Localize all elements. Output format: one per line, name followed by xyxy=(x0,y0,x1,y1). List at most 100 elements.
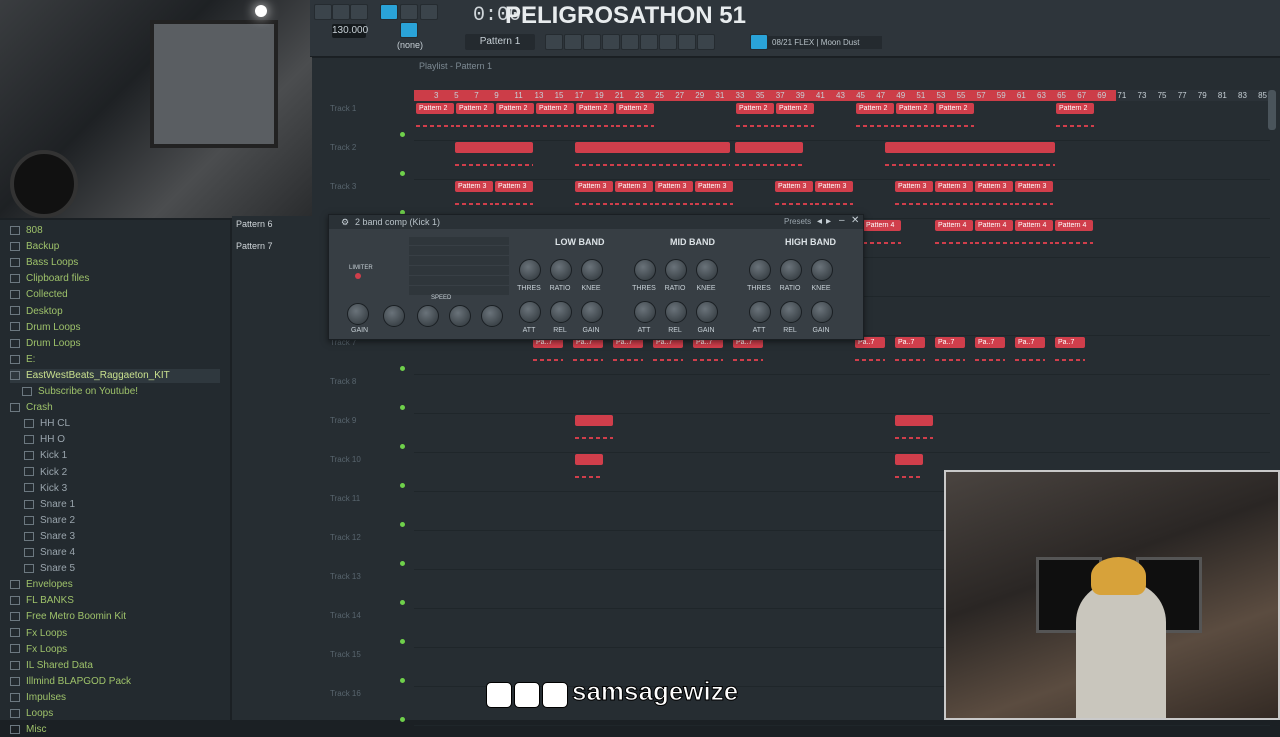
browser-item[interactable]: Snare 5 xyxy=(24,562,75,576)
track-header-label[interactable]: Track 16 xyxy=(330,689,410,698)
pattern-item[interactable]: Pattern 6 xyxy=(236,219,273,229)
browser-item[interactable]: Misc xyxy=(10,723,47,737)
track-mute-led[interactable] xyxy=(400,639,405,644)
plugin-db-icon[interactable] xyxy=(640,34,658,50)
pattern-clip[interactable]: Pa..7 xyxy=(895,337,925,348)
browser-item[interactable]: Drum Loops xyxy=(10,337,80,351)
close-icon[interactable]: ✕ xyxy=(851,215,859,226)
track-lane[interactable] xyxy=(414,414,1270,453)
track-lane[interactable] xyxy=(414,375,1270,414)
browser-item[interactable]: Loops xyxy=(10,707,53,721)
edit-button[interactable] xyxy=(332,4,350,20)
pattern-clip[interactable]: Pattern 3 xyxy=(615,181,653,192)
browser-item[interactable]: E: xyxy=(10,353,35,367)
menu-button[interactable] xyxy=(314,4,332,20)
vertical-scrollbar[interactable] xyxy=(1268,90,1276,130)
speed-knob-3[interactable] xyxy=(449,305,471,327)
stop-button[interactable] xyxy=(420,4,438,20)
pattern-clip[interactable]: Pattern 2 xyxy=(736,103,774,114)
track-header-label[interactable]: Track 2 xyxy=(330,143,410,152)
browser-item[interactable]: Impulses xyxy=(10,691,66,705)
pattern-clip[interactable]: Pattern 4 xyxy=(1055,220,1093,231)
gain-knob[interactable] xyxy=(347,303,369,325)
browser-item[interactable]: Collected xyxy=(10,288,68,302)
browser-item[interactable]: Kick 3 xyxy=(24,482,67,496)
band-knob-top[interactable] xyxy=(749,259,771,281)
pattern-clip[interactable]: Pattern 3 xyxy=(695,181,733,192)
browser-item[interactable]: Drum Loops xyxy=(10,321,80,335)
pattern-clip[interactable] xyxy=(735,142,803,153)
band-knob-top[interactable] xyxy=(811,259,833,281)
browser-item[interactable]: Kick 2 xyxy=(24,466,67,480)
browser-item[interactable]: Snare 3 xyxy=(24,530,75,544)
tempo-tapper-icon[interactable] xyxy=(697,34,715,50)
band-knob-bottom[interactable] xyxy=(634,301,656,323)
track-mute-led[interactable] xyxy=(400,522,405,527)
pattern-clip[interactable]: Pattern 2 xyxy=(1056,103,1094,114)
pattern-clip[interactable]: Pattern 4 xyxy=(1015,220,1053,231)
speed-knob-4[interactable] xyxy=(481,305,503,327)
pattern-clip[interactable]: Pattern 3 xyxy=(975,181,1013,192)
track-header-label[interactable]: Track 12 xyxy=(330,533,410,542)
pattern-clip[interactable]: Pattern 3 xyxy=(895,181,933,192)
track-mute-led[interactable] xyxy=(400,678,405,683)
pattern-clip[interactable]: Pattern 3 xyxy=(935,181,973,192)
band-knob-top[interactable] xyxy=(519,259,541,281)
pattern-clip[interactable]: Pattern 2 xyxy=(456,103,494,114)
help-icon[interactable] xyxy=(678,34,696,50)
pattern-clip[interactable]: Pattern 4 xyxy=(935,220,973,231)
pattern-clip[interactable] xyxy=(575,415,613,426)
band-knob-top[interactable] xyxy=(550,259,572,281)
track-lane[interactable] xyxy=(414,141,1270,180)
download-icon[interactable] xyxy=(750,34,768,50)
pattern-clip[interactable]: Pa..7 xyxy=(1015,337,1045,348)
browser-item[interactable]: Fx Loops xyxy=(10,643,67,657)
view-button[interactable] xyxy=(350,4,368,20)
browser-item[interactable]: IL Shared Data xyxy=(10,659,93,673)
band-knob-bottom[interactable] xyxy=(665,301,687,323)
pattern-clip[interactable]: Pattern 2 xyxy=(576,103,614,114)
browser-item[interactable]: Snare 1 xyxy=(24,498,75,512)
browser-item[interactable]: Illmind BLAPGOD Pack xyxy=(10,675,131,689)
channel-rack-icon[interactable] xyxy=(602,34,620,50)
pattern-clip[interactable] xyxy=(575,142,730,153)
browser-item[interactable]: EastWestBeats_Raggaeton_KIT xyxy=(10,368,220,383)
track-mute-led[interactable] xyxy=(400,600,405,605)
track-mute-led[interactable] xyxy=(400,444,405,449)
pattern-clip[interactable]: Pa..7 xyxy=(1055,337,1085,348)
pattern-clip[interactable]: Pattern 2 xyxy=(896,103,934,114)
pattern-clip[interactable]: Pattern 2 xyxy=(496,103,534,114)
browser-item[interactable]: Subscribe on Youtube! xyxy=(22,385,138,399)
band-knob-bottom[interactable] xyxy=(550,301,572,323)
track-mute-led[interactable] xyxy=(400,171,405,176)
pattern-clip[interactable] xyxy=(895,415,933,426)
pattern-clip[interactable]: Pattern 3 xyxy=(455,181,493,192)
track-header-label[interactable]: Track 14 xyxy=(330,611,410,620)
track-header-label[interactable]: Track 3 xyxy=(330,182,410,191)
pattern-item[interactable]: Pattern 7 xyxy=(236,241,273,251)
track-header-label[interactable]: Track 8 xyxy=(330,377,410,386)
plugin-picker-icon[interactable] xyxy=(659,34,677,50)
track-mute-led[interactable] xyxy=(400,405,405,410)
browser-item[interactable]: 808 xyxy=(10,224,43,238)
pattern-clip[interactable] xyxy=(575,454,603,465)
band-knob-bottom[interactable] xyxy=(696,301,718,323)
pattern-clip[interactable]: Pattern 3 xyxy=(775,181,813,192)
plugin-titlebar[interactable]: ⚙ 2 band comp (Kick 1) Presets ◂ ▸ – ✕ xyxy=(329,215,863,229)
browser-item[interactable]: Free Metro Boomin Kit xyxy=(10,610,126,624)
pattern-clip[interactable]: Pattern 4 xyxy=(863,220,901,231)
browser-item[interactable]: HH CL xyxy=(24,417,70,431)
browser-item[interactable]: Envelopes xyxy=(10,578,73,592)
browser-item[interactable]: Desktop xyxy=(10,305,63,319)
track-mute-led[interactable] xyxy=(400,132,405,137)
track-header-label[interactable]: Track 9 xyxy=(330,416,410,425)
pattern-clip[interactable]: Pattern 3 xyxy=(655,181,693,192)
track-mute-led[interactable] xyxy=(400,561,405,566)
pattern-clip[interactable]: Pa..7 xyxy=(975,337,1005,348)
prev-preset-icon[interactable]: ◂ xyxy=(817,216,822,227)
link-icon[interactable] xyxy=(400,22,418,38)
minimize-icon[interactable]: – xyxy=(839,215,845,226)
browser-icon[interactable] xyxy=(583,34,601,50)
pattern-clip[interactable]: Pattern 2 xyxy=(416,103,454,114)
browser-item[interactable]: FL BANKS xyxy=(10,594,74,608)
